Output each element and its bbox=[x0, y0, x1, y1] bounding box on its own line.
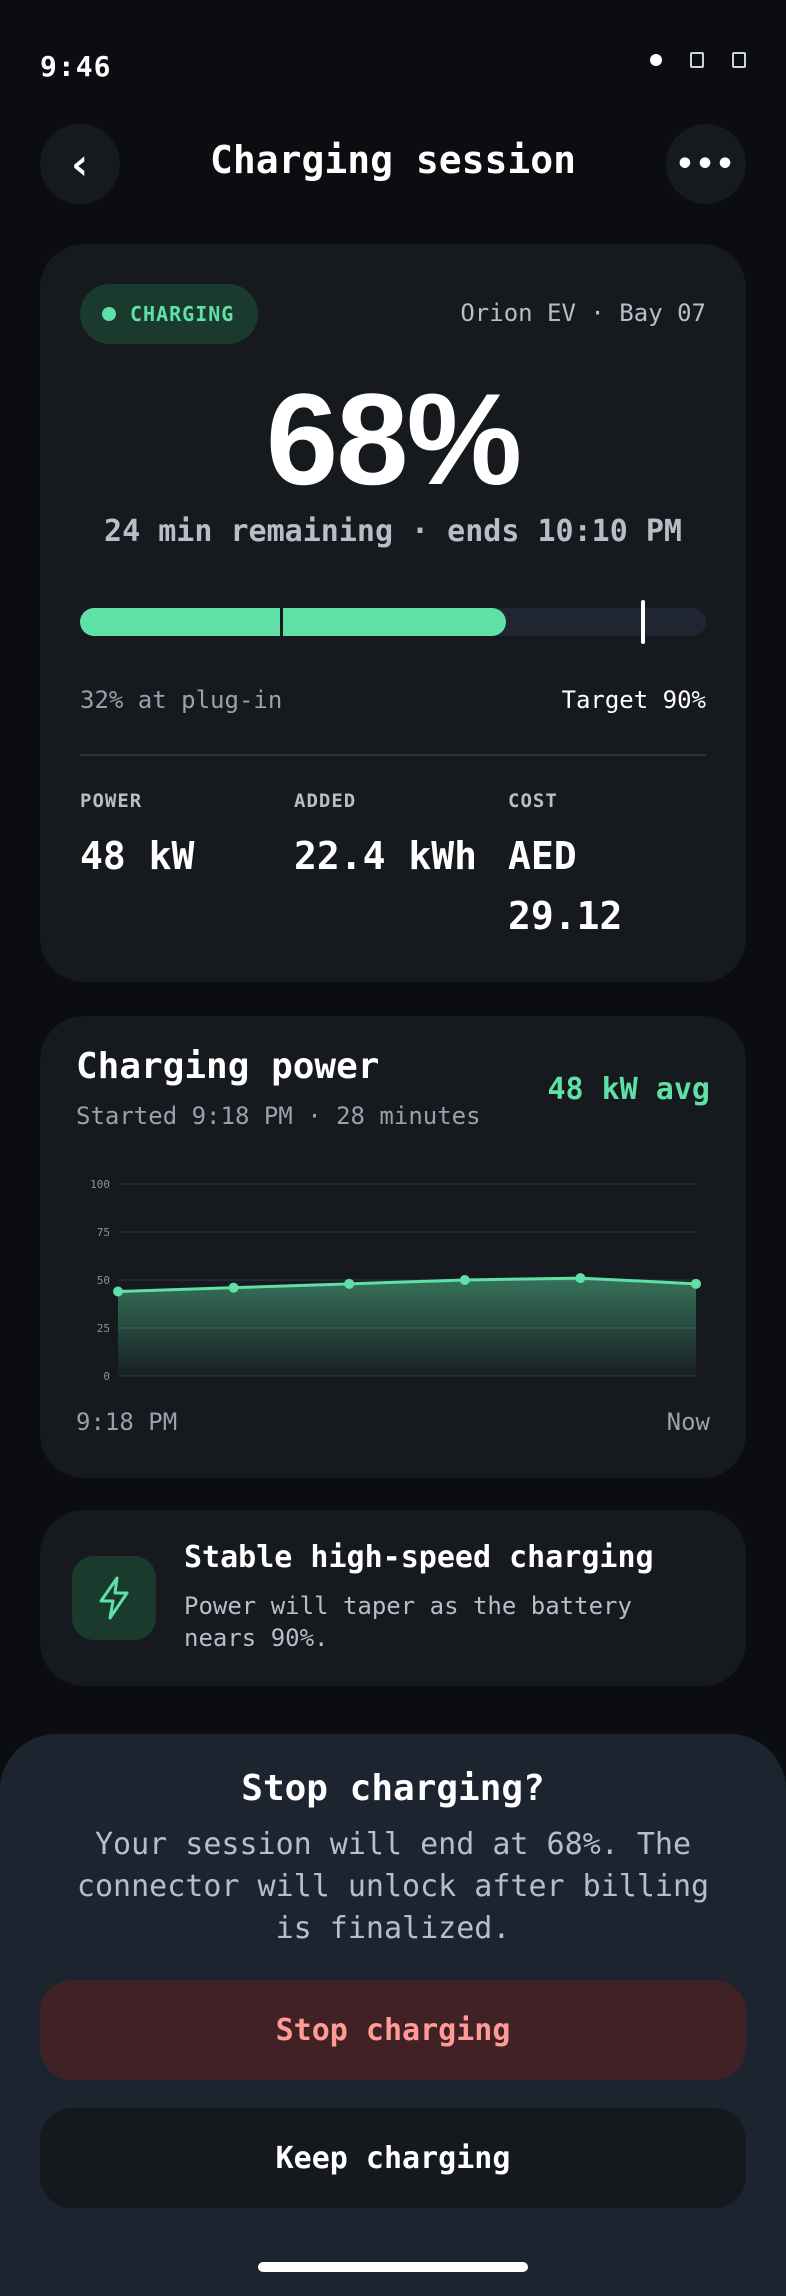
target-marker[interactable] bbox=[641, 600, 646, 644]
target-label: Target 90% bbox=[561, 686, 707, 714]
x-axis-start-label: 9:18 PM bbox=[76, 1408, 178, 1436]
more-options-button[interactable]: ••• bbox=[666, 124, 746, 204]
chart-subtitle: Started 9:18 PM · 28 minutes bbox=[76, 1102, 481, 1130]
charge-percent: 68% bbox=[265, 366, 522, 512]
status-bar: 9:46 bbox=[0, 0, 786, 120]
x-axis-end-label: Now bbox=[666, 1408, 710, 1436]
data-point bbox=[344, 1278, 355, 1289]
stat-cost: COST AED 29.12 bbox=[508, 790, 708, 946]
sheet-title: Stop charging? bbox=[241, 1768, 545, 1809]
stat-label: ADDED bbox=[294, 790, 357, 812]
status-badge-label: CHARGING bbox=[130, 302, 235, 326]
stat-value: AED 29.12 bbox=[508, 834, 623, 938]
power-chart-card: Charging power Started 9:18 PM · 28 minu… bbox=[40, 1016, 746, 1478]
chart-title: Charging power bbox=[76, 1046, 380, 1087]
plugin-marker bbox=[280, 608, 284, 636]
power-area bbox=[118, 1278, 696, 1376]
data-point bbox=[459, 1275, 470, 1285]
stat-value: 22.4 kWh bbox=[294, 834, 478, 878]
vehicle-bay: Orion EV · Bay 07 bbox=[460, 299, 706, 327]
tip-title: Stable high-speed charging bbox=[184, 1540, 654, 1575]
status-time: 9:46 bbox=[40, 50, 112, 83]
stop-charging-button[interactable]: Stop charging bbox=[40, 1980, 746, 2080]
y-tick-label: 50 bbox=[97, 1274, 110, 1287]
time-remaining: 24 min remaining · ends 10:10 PM bbox=[104, 514, 682, 549]
stat-added: ADDED 22.4 kWh bbox=[294, 790, 477, 886]
tip-text: Power will taper as the battery nears 90… bbox=[184, 1592, 632, 1652]
header: ‹ Charging session ••• bbox=[0, 124, 786, 204]
stop-confirmation-sheet: Stop charging? Your session will end at … bbox=[0, 1734, 786, 2296]
charge-progress-fill bbox=[80, 608, 506, 636]
home-indicator[interactable] bbox=[258, 2262, 528, 2272]
bolt-icon bbox=[72, 1556, 156, 1640]
session-card: CHARGING Orion EV · Bay 07 68% 24 min re… bbox=[40, 244, 746, 982]
data-point bbox=[575, 1273, 586, 1284]
status-badge: CHARGING bbox=[80, 284, 259, 344]
status-icons bbox=[650, 52, 746, 68]
y-tick-label: 25 bbox=[97, 1322, 110, 1335]
y-tick-label: 0 bbox=[103, 1370, 110, 1383]
more-icon: ••• bbox=[675, 146, 737, 182]
stat-power: POWER 48 kW bbox=[80, 790, 194, 886]
power-area-chart: 100 75 50 25 0 bbox=[90, 1178, 701, 1383]
status-dot-icon bbox=[102, 307, 116, 321]
stat-label: POWER bbox=[80, 790, 143, 812]
wifi-icon bbox=[690, 52, 704, 68]
signal-dot-icon bbox=[650, 54, 662, 66]
data-point bbox=[691, 1278, 701, 1289]
keep-charging-button[interactable]: Keep charging bbox=[40, 2108, 746, 2208]
data-point bbox=[228, 1282, 239, 1293]
y-tick-label: 100 bbox=[90, 1178, 110, 1191]
stat-label: COST bbox=[508, 790, 558, 812]
stat-value: 48 kW bbox=[80, 834, 195, 878]
tip-card: Stable high-speed charging Power will ta… bbox=[40, 1510, 746, 1686]
y-tick-label: 75 bbox=[97, 1226, 110, 1239]
divider bbox=[80, 754, 706, 756]
charge-progress-bar bbox=[80, 600, 706, 644]
data-point bbox=[113, 1286, 123, 1297]
plugin-label: 32% at plug-in bbox=[80, 686, 283, 714]
sheet-message: Your session will end at 68%. The connec… bbox=[76, 1827, 710, 1946]
chart-average: 48 kW avg bbox=[547, 1072, 710, 1107]
battery-icon bbox=[732, 52, 746, 68]
